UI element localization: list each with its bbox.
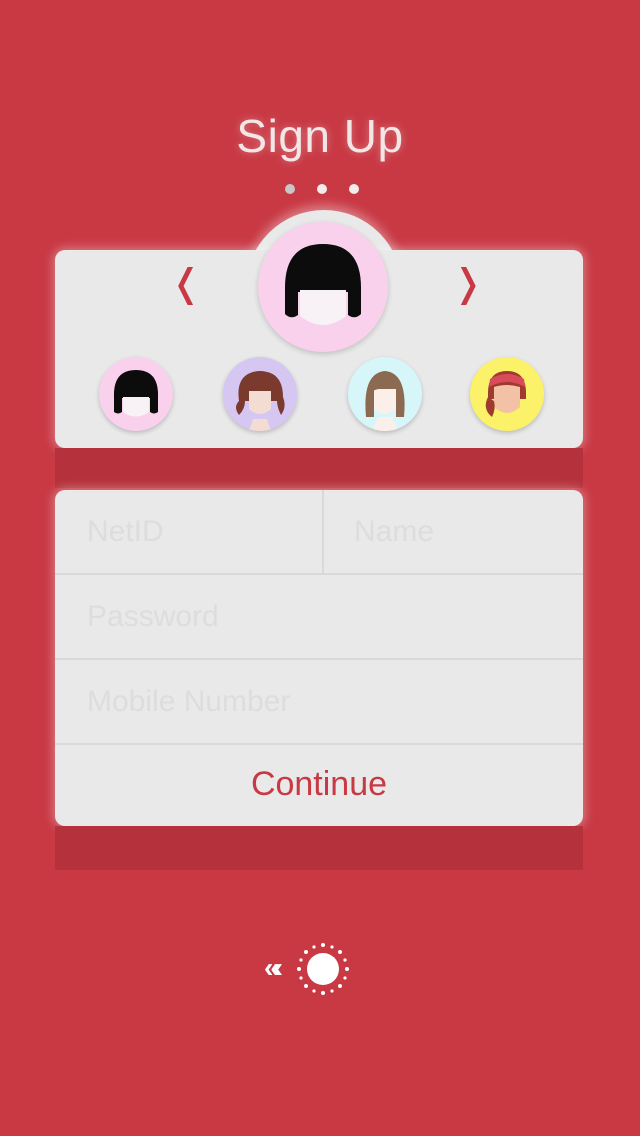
page-dot-1[interactable] bbox=[285, 184, 295, 194]
netid-input[interactable] bbox=[55, 490, 322, 573]
page-dot-2[interactable] bbox=[317, 184, 327, 194]
form-card-shadow bbox=[55, 826, 583, 870]
back-button[interactable]: «‹ bbox=[264, 952, 283, 984]
page-title: Sign Up bbox=[236, 110, 404, 162]
signup-form-card: Continue bbox=[55, 490, 583, 826]
black-bob-hair-avatar-icon bbox=[284, 244, 362, 325]
page-dot-3[interactable] bbox=[349, 184, 359, 194]
password-input[interactable] bbox=[55, 575, 583, 658]
previous-avatar-button[interactable]: ❬ bbox=[170, 262, 202, 306]
avatar-option-brown-long[interactable] bbox=[348, 357, 422, 431]
avatar-option-headband-ponytail[interactable] bbox=[470, 357, 544, 431]
next-avatar-button[interactable]: ❭ bbox=[452, 262, 484, 306]
avatar-option-auburn-wavy[interactable] bbox=[223, 357, 297, 431]
headband-ponytail-icon bbox=[485, 371, 526, 417]
brown-long-hair-icon bbox=[365, 371, 405, 431]
sun-icon[interactable] bbox=[296, 942, 350, 996]
continue-button[interactable]: Continue bbox=[55, 743, 583, 826]
mobile-number-input[interactable] bbox=[55, 660, 583, 743]
black-bob-hair-icon bbox=[113, 370, 159, 417]
auburn-wavy-hair-icon bbox=[236, 371, 285, 431]
avatar-option-black-bob[interactable] bbox=[99, 357, 173, 431]
avatar-card-shadow bbox=[55, 448, 583, 488]
name-input[interactable] bbox=[324, 490, 583, 573]
selected-avatar bbox=[258, 222, 388, 352]
page-indicator bbox=[0, 180, 640, 196]
